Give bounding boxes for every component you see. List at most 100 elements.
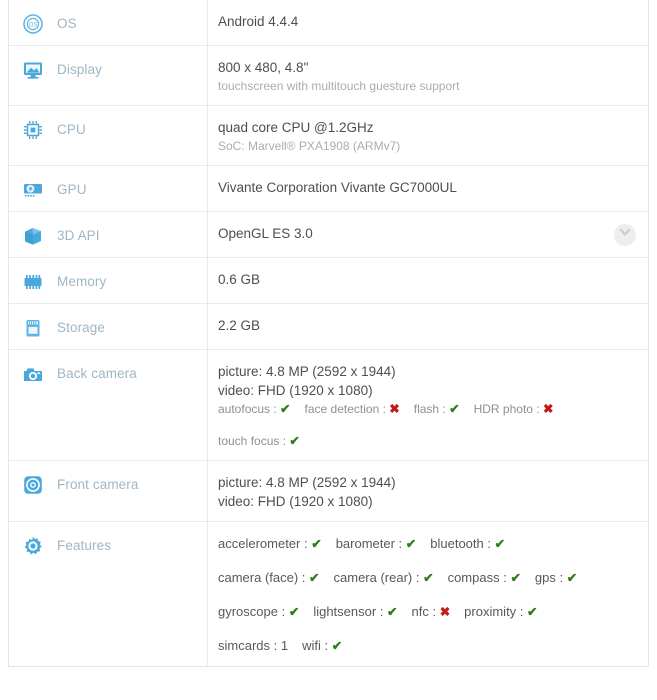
feature-label: accelerometer : — [218, 536, 312, 551]
feature-gyroscope: gyroscope : ✔ — [218, 602, 299, 622]
check-yes-icon: ✔ — [527, 605, 538, 619]
check-yes-icon: ✔ — [289, 434, 300, 448]
svg-text:OS: OS — [29, 22, 39, 29]
spec-label-cpu: CPU — [57, 122, 86, 137]
feature-barometer: barometer : ✔ — [336, 534, 417, 554]
feature-camera-rear-: camera (rear) : ✔ — [334, 568, 434, 588]
feature-label: compass : — [447, 570, 511, 585]
spec-row-display: Display 800 x 480, 4.8" touchscreen with m… — [9, 45, 648, 105]
spec-value-cell-os: Android 4.4.4 — [208, 0, 648, 45]
feature-label: lightsensor : — [313, 604, 388, 619]
spec-value-main: picture: 4.8 MP (2592 x 1944) — [218, 364, 396, 379]
spec-row-back_camera: Back camera picture: 4.8 MP (2592 x 1944)… — [9, 349, 648, 460]
feature-line: autofocus : ✔ face detection : ✖ flash : ✔… — [218, 400, 634, 418]
feature-spacer — [218, 418, 634, 432]
spec-value-cell-features: accelerometer : ✔ barometer : ✔ bluetooth … — [208, 522, 648, 666]
feature-label: autofocus : — [218, 402, 281, 416]
feature-autofocus: autofocus : ✔ — [218, 400, 291, 418]
feature-label: barometer : — [335, 536, 406, 551]
spec-value-sub: touchscreen with multitouch guesture sup… — [218, 79, 460, 93]
check-yes-icon: ✔ — [494, 537, 506, 551]
feature-label: touch focus : — [218, 434, 290, 448]
spec-label-cell-storage: Storage — [9, 304, 208, 349]
feature-line: gyroscope : ✔ lightsensor : ✔ nfc : ✖ proxi… — [218, 602, 634, 622]
check-yes-icon: ✔ — [311, 537, 322, 551]
spec-row-os: OS OS Android 4.4.4 — [9, 0, 648, 45]
feature-simcards: simcards : 1 — [218, 638, 289, 653]
spec-value-main-2: video: FHD (1920 x 1080) — [218, 494, 373, 509]
spec-label-features: Features — [57, 538, 112, 553]
spec-row-cpu: CPU quad core CPU @1.2GHz SoC: Marvell® PX… — [9, 105, 648, 165]
feature-spacer — [218, 588, 634, 602]
feature-touch-focus: touch focus : ✔ — [218, 432, 300, 450]
feature-gps: gps : ✔ — [535, 568, 577, 588]
expand-row-button-3dapi[interactable] — [614, 223, 636, 246]
spec-label-cell-cpu: CPU — [9, 106, 208, 165]
spec-label-cell-display: Display — [9, 46, 208, 105]
os-badge-icon: OS — [22, 13, 44, 35]
feature-spacer — [218, 554, 634, 568]
feature-line: touch focus : ✔ — [218, 432, 634, 450]
feature-hdr-photo: HDR photo : ✖ — [474, 400, 554, 418]
spec-row-memory: Memory 0.6 GB — [9, 257, 648, 303]
feature-line: camera (face) : ✔ camera (rear) : ✔ compas… — [218, 568, 634, 588]
feature-proximity: proximity : ✔ — [464, 602, 537, 622]
spec-label-gpu: GPU — [57, 182, 87, 197]
feature-label: wifi : — [302, 638, 332, 653]
spec-value-cell-cpu: quad core CPU @1.2GHz SoC: Marvell® PXA19… — [208, 106, 648, 165]
check-yes-icon: ✔ — [280, 402, 291, 416]
feature-accelerometer: accelerometer : ✔ — [218, 534, 322, 554]
feature-lightsensor: lightsensor : ✔ — [313, 602, 397, 622]
check-yes-icon: ✔ — [449, 402, 460, 416]
feature-label: HDR photo : — [473, 402, 543, 416]
check-yes-icon: ✔ — [309, 571, 320, 585]
spec-row-features: Features accelerometer : ✔ barometer : ✔ bl… — [9, 521, 648, 666]
spec-value-cell-front_camera: picture: 4.8 MP (2592 x 1944) video: FHD … — [208, 461, 648, 521]
spec-label-cell-front_camera: Front camera — [9, 461, 208, 521]
camera-front-icon — [22, 474, 44, 496]
spec-label-display: Display — [57, 62, 102, 77]
spec-value-sub: SoC: Marvell® PXA1908 (ARMv7) — [218, 139, 401, 153]
feature-label: flash : — [413, 402, 450, 416]
feature-compass: compass : ✔ — [448, 568, 521, 588]
feature-bluetooth: bluetooth : ✔ — [430, 534, 505, 554]
spec-value-main: 800 x 480, 4.8" — [218, 60, 309, 75]
check-yes-icon: ✔ — [387, 605, 398, 619]
gear-icon — [22, 535, 44, 557]
feature-spacer — [218, 622, 634, 636]
feature-label: camera (rear) : — [333, 570, 424, 585]
spec-label-cell-memory: Memory — [9, 258, 208, 303]
feature-label: proximity : — [464, 604, 528, 619]
spec-value-cell-display: 800 x 480, 4.8" touchscreen with multitou… — [208, 46, 648, 105]
spec-value-main: picture: 4.8 MP (2592 x 1944) — [218, 475, 396, 490]
spec-label-os: OS — [57, 16, 77, 31]
feature-camera-face-: camera (face) : ✔ — [218, 568, 320, 588]
spec-label-cell-features: Features — [9, 522, 208, 666]
feature-label: face detection : — [304, 402, 390, 416]
feature-flash: flash : ✔ — [414, 400, 460, 418]
feature-label: gps : — [534, 570, 567, 585]
spec-label-storage: Storage — [57, 320, 105, 335]
check-yes-icon: ✔ — [566, 571, 578, 585]
check-yes-icon: ✔ — [423, 571, 434, 585]
feature-label: nfc : — [411, 604, 440, 619]
cube-icon — [22, 225, 44, 247]
gpu-card-icon — [22, 179, 44, 201]
spec-value-cell-gpu: Vivante Corporation Vivante GC7000UL — [208, 166, 648, 211]
spec-value-main: quad core CPU @1.2GHz — [218, 120, 374, 135]
spec-label-cell-os: OS OS — [9, 0, 208, 45]
spec-value-main: Android 4.4.4 — [218, 14, 299, 29]
check-yes-icon: ✔ — [288, 605, 300, 619]
memory-chip-icon — [22, 271, 44, 293]
feature-line: accelerometer : ✔ barometer : ✔ bluetooth … — [218, 534, 634, 554]
spec-label-3dapi: 3D API — [57, 228, 100, 243]
camera-back-icon — [22, 363, 44, 385]
spec-row-storage: Storage 2.2 GB — [9, 303, 648, 349]
check-yes-icon: ✔ — [405, 537, 417, 551]
device-spec-table: OS OS Android 4.4.4 Display 800 x 480, 4.8" t… — [8, 0, 649, 667]
spec-value-main: Vivante Corporation Vivante GC7000UL — [218, 180, 457, 195]
cross-no-icon: ✖ — [542, 402, 554, 416]
spec-label-memory: Memory — [57, 274, 107, 289]
storage-card-icon — [22, 317, 44, 339]
spec-label-cell-back_camera: Back camera — [9, 350, 208, 460]
